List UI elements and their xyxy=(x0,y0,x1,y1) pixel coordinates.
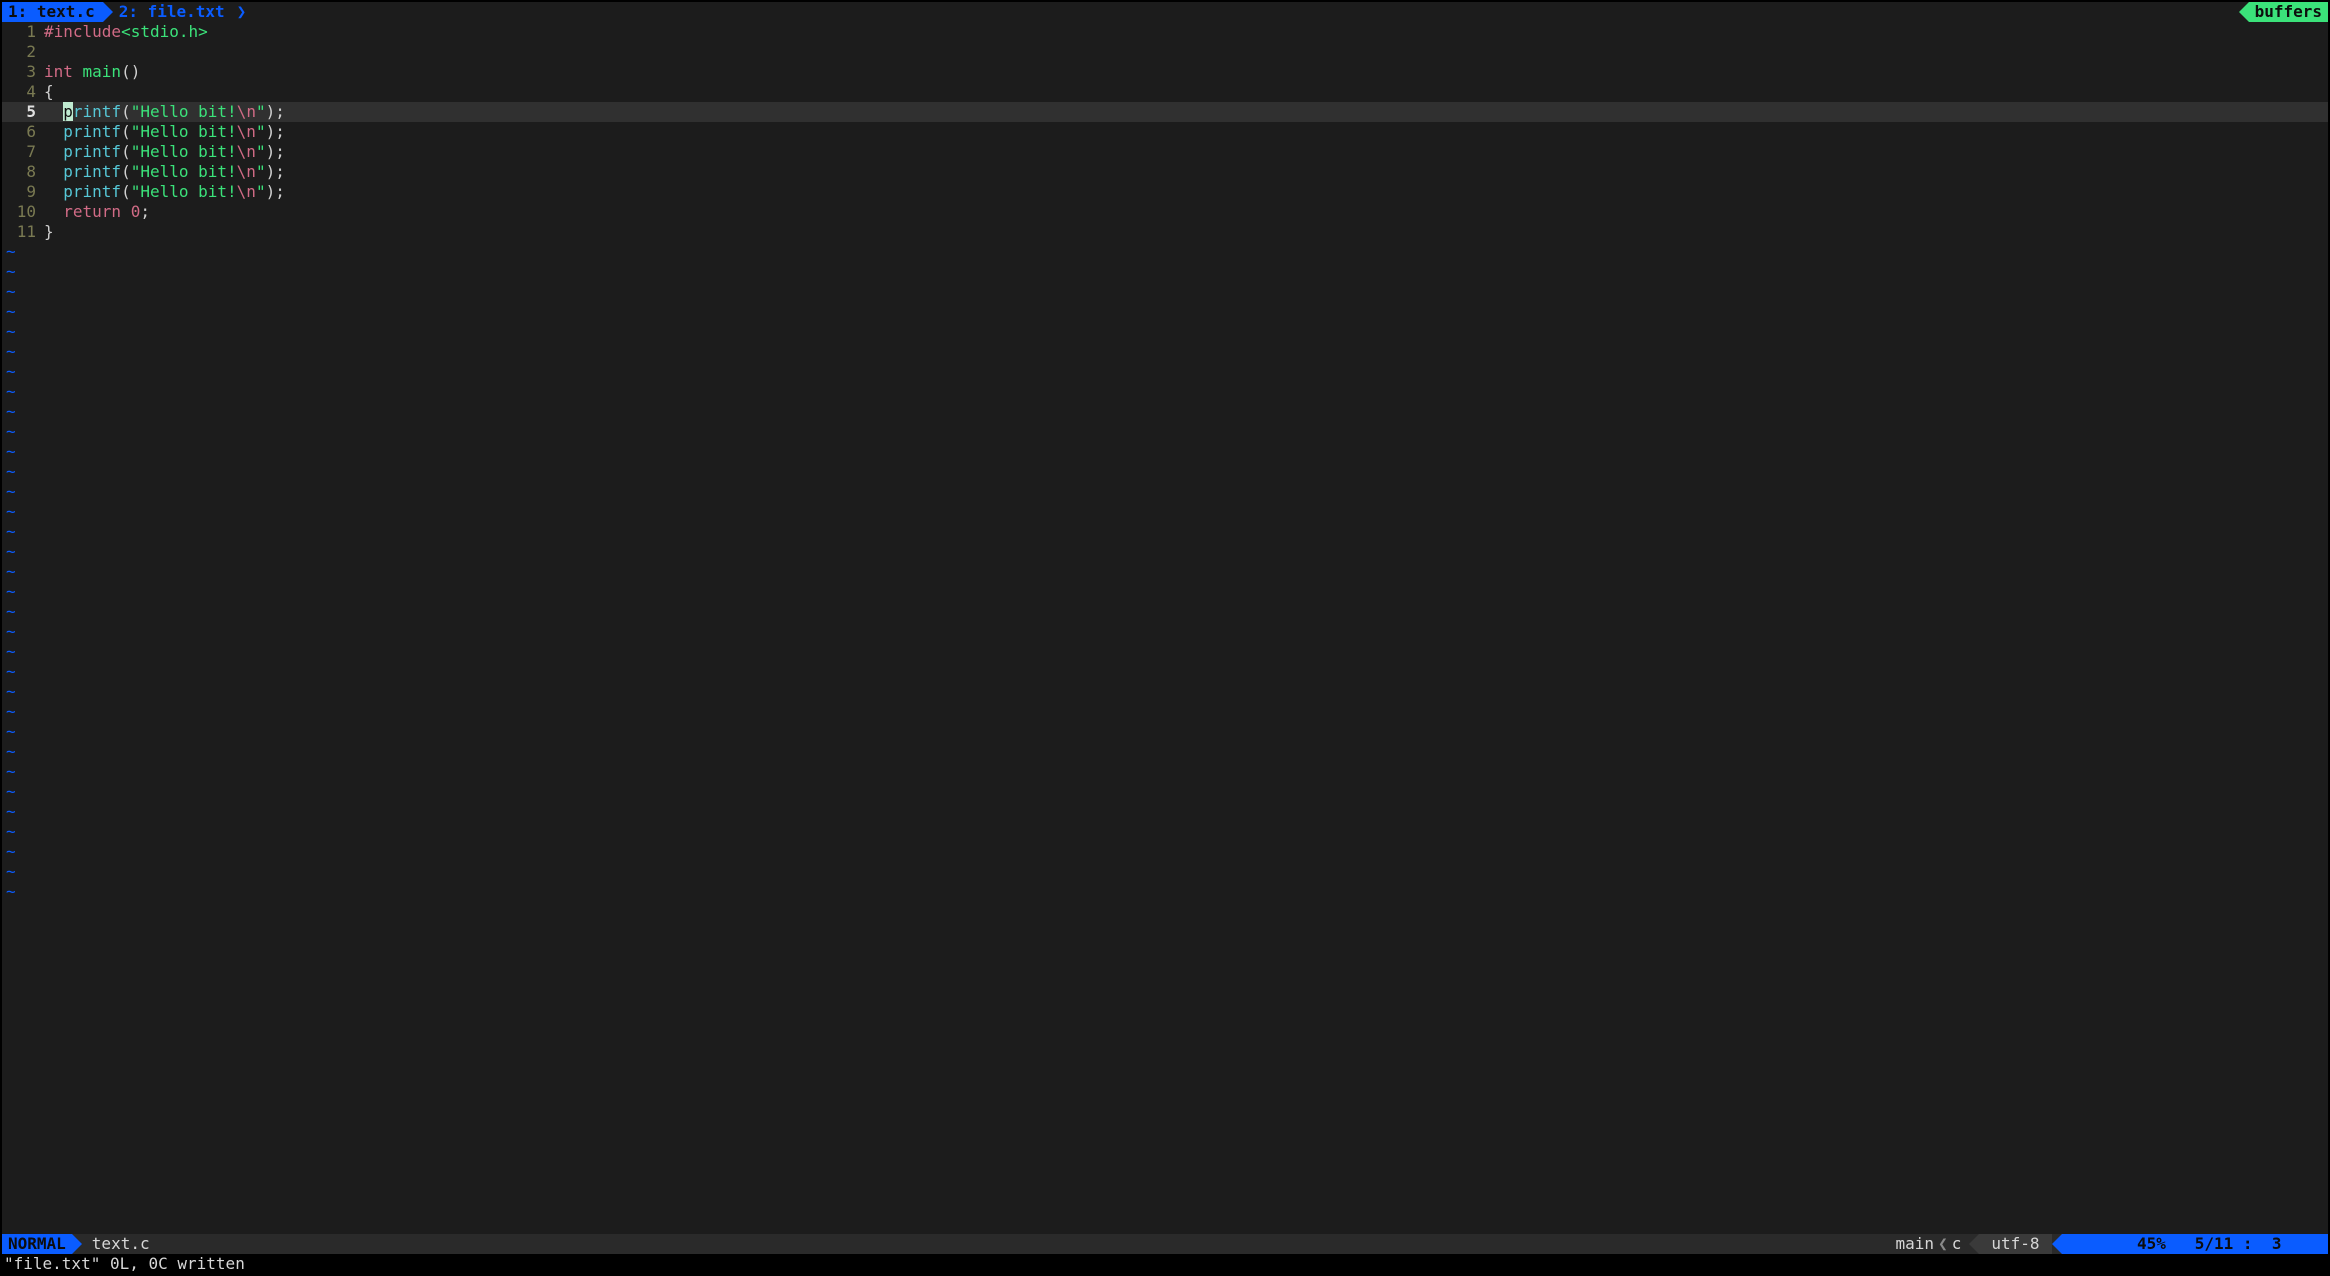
line-count: 5/11 xyxy=(2195,1234,2234,1254)
empty-line-tilde: ~ xyxy=(2,482,2328,502)
line-number: 8 xyxy=(2,162,44,182)
empty-line-tilde: ~ xyxy=(2,282,2328,302)
empty-line-tilde: ~ xyxy=(2,562,2328,582)
chevron-right-icon: ❯ xyxy=(233,2,253,22)
code-content: } xyxy=(44,222,54,242)
buffers-label[interactable]: buffers xyxy=(2249,2,2328,22)
code-content: int main() xyxy=(44,62,140,82)
line-number: 1 xyxy=(2,22,44,42)
empty-line-tilde: ~ xyxy=(2,742,2328,762)
empty-line-tilde: ~ xyxy=(2,582,2328,602)
code-line[interactable]: 1#include<stdio.h> xyxy=(2,22,2328,42)
empty-line-tilde: ~ xyxy=(2,642,2328,662)
empty-line-tilde: ~ xyxy=(2,862,2328,882)
empty-line-tilde: ~ xyxy=(2,882,2328,902)
code-content: { xyxy=(44,82,54,102)
empty-line-tilde: ~ xyxy=(2,662,2328,682)
empty-line-tilde: ~ xyxy=(2,542,2328,562)
line-number: 11 xyxy=(2,222,44,242)
code-line[interactable]: 6 printf("Hello bit!\n"); xyxy=(2,122,2328,142)
code-content: printf("Hello bit!\n"); xyxy=(44,142,285,162)
powerline-arrow-icon xyxy=(1969,1234,1979,1254)
position-segment: 45% 5/11 : 3 xyxy=(2062,1234,2328,1254)
empty-line-tilde: ~ xyxy=(2,442,2328,462)
empty-line-tilde: ~ xyxy=(2,822,2328,842)
buffers-arrow-icon xyxy=(2239,2,2249,22)
powerline-arrow-icon xyxy=(2052,1234,2062,1254)
empty-line-tilde: ~ xyxy=(2,602,2328,622)
line-number: 5 xyxy=(2,102,44,122)
tab-index: 1 xyxy=(8,2,18,22)
empty-line-tilde: ~ xyxy=(2,382,2328,402)
tab-index: 2 xyxy=(119,2,129,22)
code-content: printf("Hello bit!\n"); xyxy=(44,162,285,182)
code-line[interactable]: 4{ xyxy=(2,82,2328,102)
angle-left-icon: ❮ xyxy=(1934,1234,1952,1254)
empty-line-tilde: ~ xyxy=(2,502,2328,522)
empty-line-tilde: ~ xyxy=(2,762,2328,782)
line-number: 3 xyxy=(2,62,44,82)
scroll-percent: 45% xyxy=(2137,1234,2166,1254)
tab-separator-arrow-icon xyxy=(103,2,113,22)
empty-line-tilde: ~ xyxy=(2,302,2328,322)
code-content: printf("Hello bit!\n"); xyxy=(44,102,285,122)
column: 3 xyxy=(2272,1234,2282,1254)
tab-filename: text.c xyxy=(37,2,95,22)
code-content: printf("Hello bit!\n"); xyxy=(44,122,285,142)
empty-line-tilde: ~ xyxy=(2,362,2328,382)
status-filename: text.c xyxy=(82,1234,160,1254)
code-line[interactable]: 2 xyxy=(2,42,2328,62)
empty-line-tilde: ~ xyxy=(2,242,2328,262)
code-content: #include<stdio.h> xyxy=(44,22,208,42)
line-number: 7 xyxy=(2,142,44,162)
empty-line-tilde: ~ xyxy=(2,522,2328,542)
empty-line-tilde: ~ xyxy=(2,462,2328,482)
branch-name: main xyxy=(1896,1234,1935,1254)
tab-filename: file.txt xyxy=(148,2,225,22)
status-line: NORMAL text.c main ❮ c utf-8 45% 5/11 : … xyxy=(2,1234,2328,1254)
code-line[interactable]: 3int main() xyxy=(2,62,2328,82)
buffer-tab-bar: 1: text.c 2: file.txt ❯ buffers xyxy=(2,2,2328,22)
empty-line-tilde: ~ xyxy=(2,402,2328,422)
cursor: p xyxy=(63,102,73,121)
line-number: 10 xyxy=(2,202,44,222)
buffer-tab-active[interactable]: 1: text.c xyxy=(2,2,103,22)
empty-line-tilde: ~ xyxy=(2,702,2328,722)
code-content: return 0; xyxy=(44,202,150,222)
empty-line-tilde: ~ xyxy=(2,262,2328,282)
empty-line-tilde: ~ xyxy=(2,802,2328,822)
empty-line-tilde: ~ xyxy=(2,722,2328,742)
filetype: c xyxy=(1952,1234,1962,1254)
code-line[interactable]: 7 printf("Hello bit!\n"); xyxy=(2,142,2328,162)
code-line[interactable]: 10 return 0; xyxy=(2,202,2328,222)
line-number: 6 xyxy=(2,122,44,142)
code-line[interactable]: 11} xyxy=(2,222,2328,242)
empty-line-tilde: ~ xyxy=(2,342,2328,362)
editor-viewport[interactable]: 1#include<stdio.h>23int main()4{5 printf… xyxy=(2,22,2328,1234)
mode-indicator: NORMAL xyxy=(2,1234,72,1254)
powerline-arrow-icon xyxy=(72,1234,82,1254)
empty-line-tilde: ~ xyxy=(2,422,2328,442)
line-number: 2 xyxy=(2,42,44,62)
command-message-line[interactable]: "file.txt" 0L, 0C written xyxy=(2,1254,2328,1274)
empty-line-tilde: ~ xyxy=(2,682,2328,702)
empty-line-tilde: ~ xyxy=(2,322,2328,342)
line-number: 9 xyxy=(2,182,44,202)
vim-terminal: 1: text.c 2: file.txt ❯ buffers 1#includ… xyxy=(0,0,2330,1276)
line-number: 4 xyxy=(2,82,44,102)
code-content: printf("Hello bit!\n"); xyxy=(44,182,285,202)
empty-line-tilde: ~ xyxy=(2,782,2328,802)
empty-line-tilde: ~ xyxy=(2,842,2328,862)
empty-line-tilde: ~ xyxy=(2,622,2328,642)
code-line[interactable]: 5 printf("Hello bit!\n"); xyxy=(2,102,2328,122)
code-line[interactable]: 8 printf("Hello bit!\n"); xyxy=(2,162,2328,182)
encoding-segment: utf-8 xyxy=(1979,1234,2051,1254)
buffer-tab-inactive[interactable]: 2: file.txt xyxy=(113,2,233,22)
code-line[interactable]: 9 printf("Hello bit!\n"); xyxy=(2,182,2328,202)
git-branch-segment: main ❮ c xyxy=(1888,1234,1970,1254)
